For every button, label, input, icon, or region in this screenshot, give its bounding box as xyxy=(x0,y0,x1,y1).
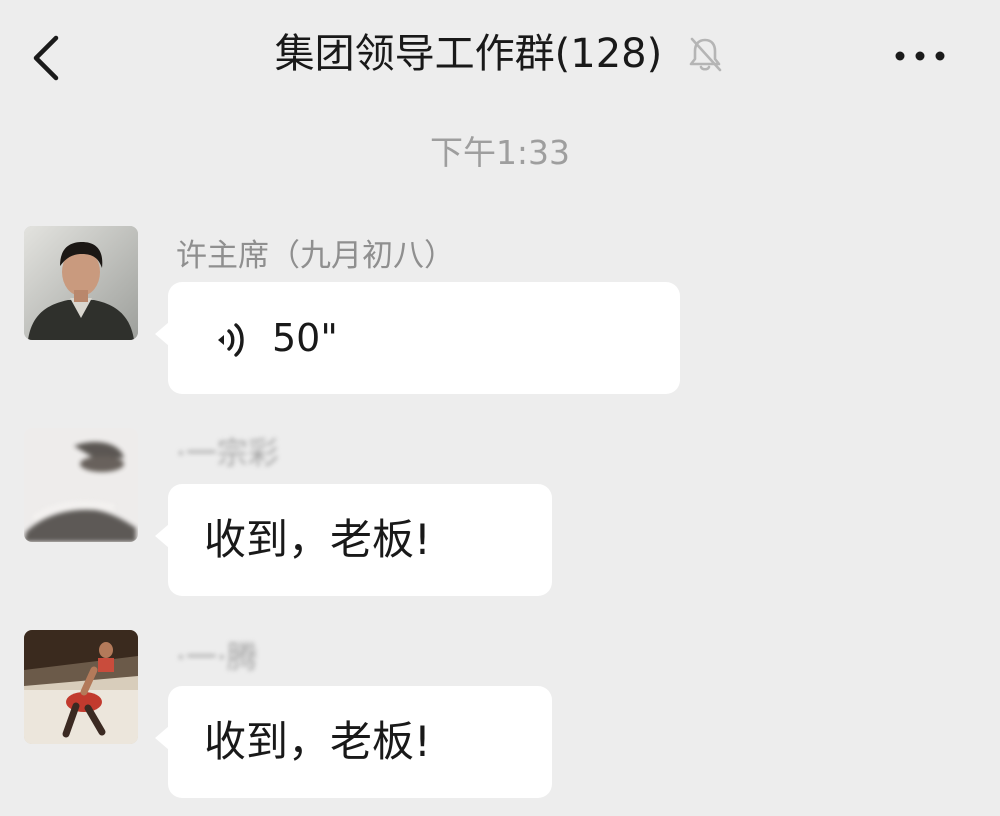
message-timestamp: 下午1:33 xyxy=(429,133,571,172)
avatar[interactable] xyxy=(24,226,138,340)
chat-title-wrap: 集团领导工作群(128) xyxy=(0,24,1000,88)
voice-duration: 50" xyxy=(272,316,338,360)
avatar-image xyxy=(24,630,138,744)
avatar[interactable] xyxy=(24,630,138,744)
sender-name: 许主席（九月初八） xyxy=(176,238,455,274)
sender-name: ·一宗彩 xyxy=(176,436,279,472)
bell-muted-icon xyxy=(690,37,722,72)
text-message-bubble[interactable]: 收到，老板! xyxy=(155,484,552,596)
ellipsis-icon[interactable] xyxy=(892,36,948,76)
message-text: 收到，老板! xyxy=(204,515,431,564)
chat-title: 集团领导工作群(128) xyxy=(274,31,663,77)
avatar[interactable] xyxy=(24,428,138,542)
voice-wave-icon xyxy=(218,323,244,357)
voice-message-bubble[interactable]: 50" xyxy=(155,282,680,394)
avatar-image xyxy=(24,226,138,340)
message-text: 收到，老板! xyxy=(204,717,431,766)
chat-header: 集团领导工作群(128) xyxy=(0,0,1000,118)
text-message-bubble[interactable]: 收到，老板! xyxy=(155,686,552,798)
sender-name: ·一·腾 xyxy=(176,640,258,676)
avatar-image xyxy=(24,428,138,542)
